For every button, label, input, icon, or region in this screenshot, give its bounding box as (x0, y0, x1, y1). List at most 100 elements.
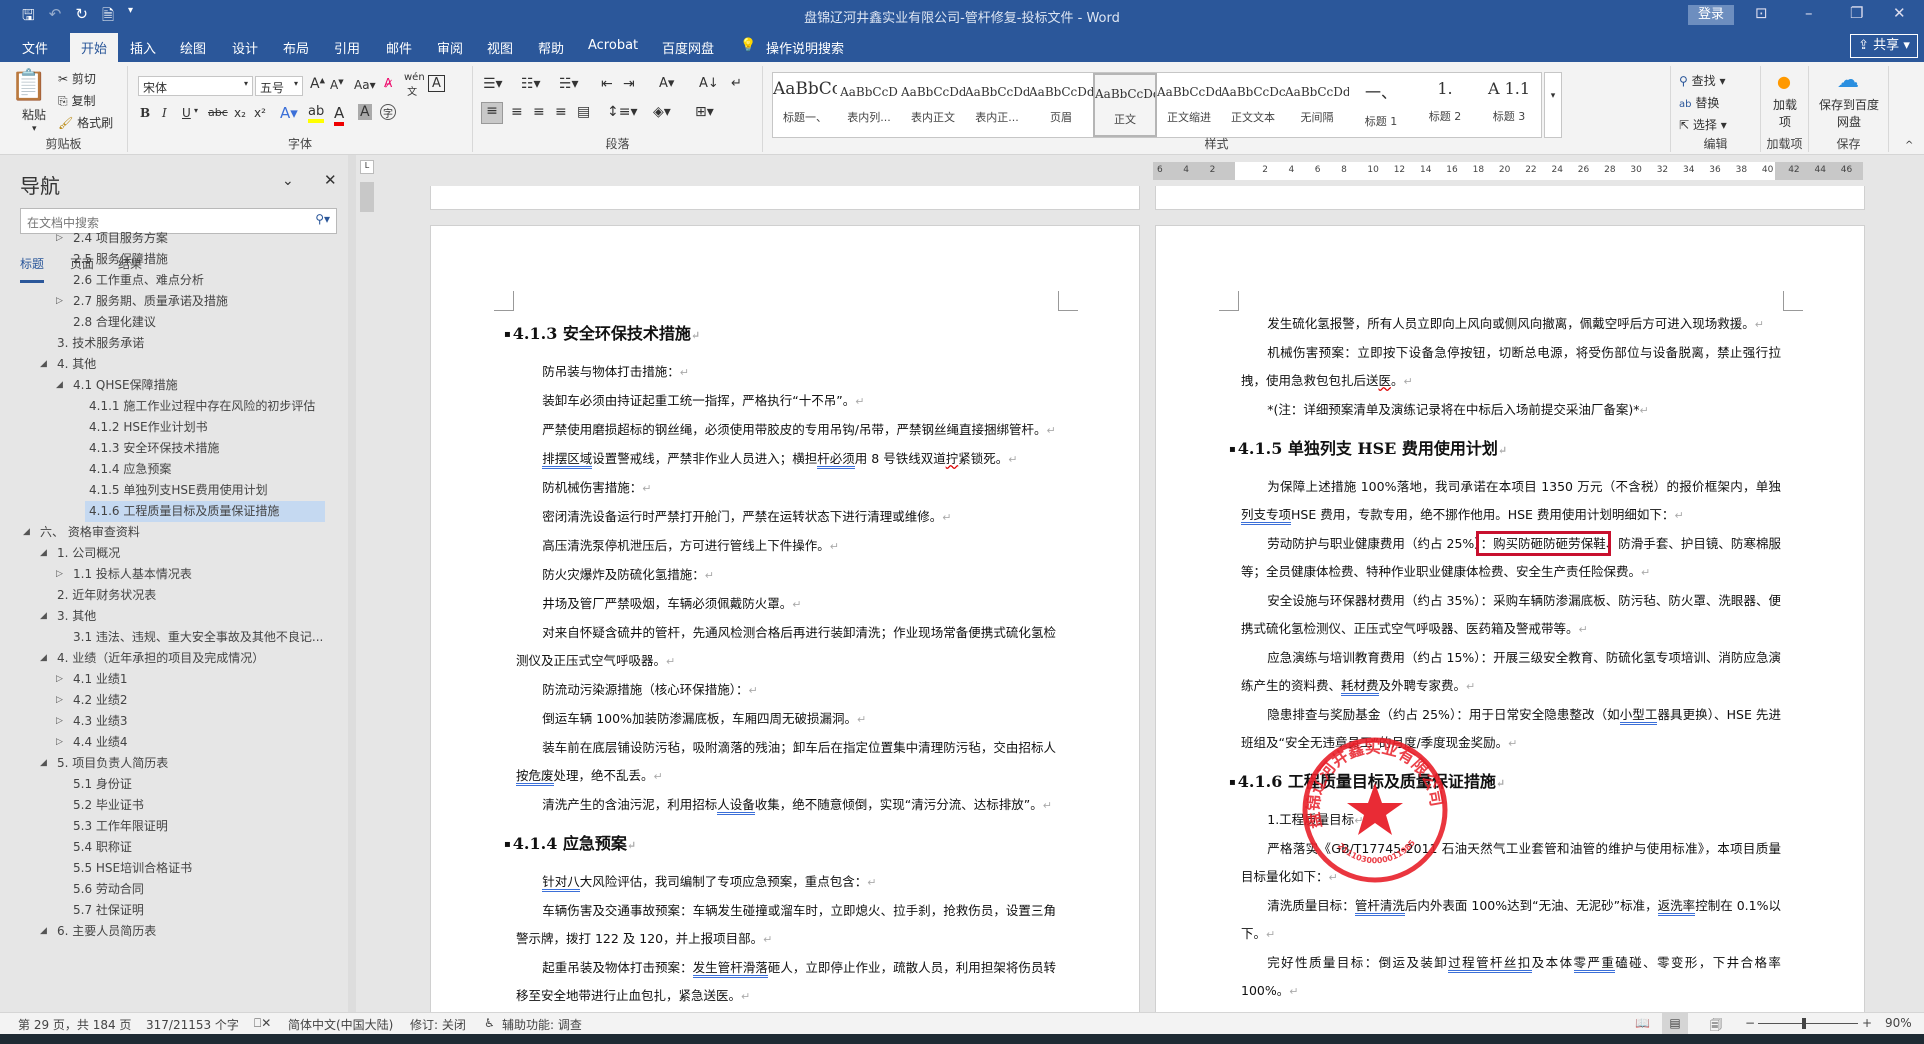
nav-heading-item[interactable]: 4.1.4 应急预案 (89, 459, 171, 480)
tell-me-search[interactable]: 操作说明搜索 (766, 38, 844, 57)
nav-heading-item[interactable]: 5.2 毕业证书 (73, 795, 144, 816)
collapse-triangle-icon[interactable]: ◢ (40, 653, 47, 663)
login-button[interactable]: 登录 (1688, 5, 1734, 25)
expand-triangle-icon[interactable]: ▷ (56, 695, 63, 705)
zoom-level[interactable]: 90% (1885, 1016, 1912, 1030)
collapse-triangle-icon[interactable]: ◢ (40, 926, 47, 936)
nav-heading-item[interactable]: 2.5 服务保障措施 (73, 249, 168, 270)
style-item[interactable]: AaBbCcDdI 无间隔 (1285, 73, 1349, 137)
addins-icon[interactable]: ● (1777, 72, 1791, 91)
style-item[interactable]: 1. 标题 2 (1413, 73, 1477, 137)
tab-view[interactable]: 视图 (487, 38, 513, 57)
align-center-button[interactable]: ≡ (511, 104, 523, 120)
nav-heading-item[interactable]: 6. 主要人员简历表 (57, 921, 156, 942)
zoom-out-button[interactable]: − (1745, 1016, 1755, 1030)
nav-heading-item[interactable]: 2.6 工作重点、难点分析 (73, 270, 204, 291)
show-marks-icon[interactable]: ↵ (731, 76, 742, 91)
nav-heading-item[interactable]: 2.7 服务期、质量承诺及措施 (73, 291, 228, 312)
nav-options-chevron-icon[interactable]: ⌄ (282, 173, 294, 189)
italic-button[interactable]: I (162, 106, 167, 120)
style-item[interactable]: AaBbCcD 表内列... (837, 73, 901, 137)
nav-heading-item[interactable]: 4.2 业绩2 (73, 690, 128, 711)
paste-icon[interactable]: 📋 (10, 68, 47, 103)
nav-heading-item[interactable]: 4.1.5 单独列支HSE费用使用计划 (89, 480, 268, 501)
nav-heading-item[interactable]: 3.1 违法、违规、重大安全事故及其他不良记... (73, 627, 323, 648)
bold-button[interactable]: B (140, 106, 150, 120)
zoom-slider[interactable] (1758, 1018, 1858, 1029)
collapse-triangle-icon[interactable]: ◢ (56, 380, 63, 390)
page-body[interactable]: 发生硫化氢报警，所有人员立即向上风向或侧风向撤离，佩戴空呼后方可进入现场救援。↵… (1238, 310, 1781, 1024)
nav-heading-item[interactable]: 1.1 投标人基本情况表 (73, 564, 192, 585)
nav-heading-item[interactable]: 4.1.1 施工作业过程中存在风险的初步评估 (89, 396, 315, 417)
borders-icon[interactable]: ⊞▾ (695, 104, 714, 120)
addins-button[interactable]: 加载项 (1771, 96, 1799, 130)
nav-heading-item[interactable]: 4.1.6 工程质量目标及质量保证措施 (85, 501, 325, 522)
font-color-icon[interactable]: A (334, 104, 345, 126)
zoom-slider-thumb[interactable] (1802, 1018, 1807, 1029)
zoom-in-button[interactable]: + (1862, 1016, 1872, 1030)
nav-heading-item[interactable]: 5.5 HSE培训合格证书 (73, 858, 192, 879)
collapse-triangle-icon[interactable]: ◢ (40, 758, 47, 768)
tab-acrobat[interactable]: Acrobat (588, 38, 638, 53)
print-layout-icon[interactable]: ▤ (1662, 1013, 1688, 1034)
ribbon-display-options-icon[interactable]: ⊡ (1755, 4, 1768, 22)
share-button[interactable]: ⇪ 共享 ▾ (1850, 34, 1918, 58)
bullets-icon[interactable]: ☰▾ (483, 76, 503, 92)
accessibility-status[interactable]: 辅助功能: 调查 (502, 1016, 582, 1033)
collapse-triangle-icon[interactable]: ◢ (40, 548, 47, 558)
track-changes-status[interactable]: 修订: 关闭 (410, 1016, 466, 1033)
paste-dropdown-icon[interactable]: ▾ (32, 124, 37, 134)
nav-heading-item[interactable]: 4. 业绩（近年承担的项目及完成情况） (57, 648, 264, 669)
collapse-triangle-icon[interactable]: ◢ (40, 359, 47, 369)
styles-more-button[interactable]: ▾ (1544, 72, 1562, 138)
nav-heading-item[interactable]: 4.1.2 HSE作业计划书 (89, 417, 208, 438)
expand-triangle-icon[interactable]: ▷ (56, 674, 63, 684)
shrink-font-icon[interactable]: A▼ (330, 78, 344, 92)
nav-heading-item[interactable]: 六、 资格审查资料 (40, 522, 140, 543)
font-size-select[interactable]: 五号 ▾ (255, 76, 303, 96)
character-border-icon[interactable]: A (428, 75, 445, 92)
nav-heading-item[interactable]: 5.4 职称证 (73, 837, 132, 858)
style-item[interactable]: AaBbCcDdEe 页眉 (1029, 73, 1093, 137)
style-item[interactable]: AaBbCcDdI 表内正文 (901, 73, 965, 137)
tab-mailings[interactable]: 邮件 (386, 38, 412, 57)
nav-heading-item[interactable]: 4.1 业绩1 (73, 669, 128, 690)
page-count[interactable]: 第 29 页，共 184 页 (18, 1016, 131, 1033)
align-right-button[interactable]: ≡ (533, 104, 545, 120)
nav-heading-item[interactable]: 4. 其他 (57, 354, 96, 375)
tab-draw[interactable]: 绘图 (180, 38, 206, 57)
tab-baidu-netdisk[interactable]: 百度网盘 (662, 38, 714, 57)
grow-font-icon[interactable]: A▲ (310, 76, 325, 92)
character-shading-icon[interactable]: A (358, 104, 372, 120)
nav-scrollbar[interactable] (348, 155, 356, 1012)
justify-button[interactable]: ≡ (555, 104, 567, 120)
style-item[interactable]: A 1.1 标题 3 (1477, 73, 1541, 137)
enclose-characters-icon[interactable]: 字 (380, 104, 396, 120)
replace-button[interactable]: ab 替换 (1679, 94, 1719, 111)
nav-heading-item[interactable]: 4.4 业绩4 (73, 732, 128, 753)
tab-design[interactable]: 设计 (232, 38, 258, 57)
nav-heading-item[interactable]: 4.1 QHSE保障措施 (73, 375, 178, 396)
page-body[interactable]: 4.1.3 安全环保技术措施↵防吊装与物体打击措施：↵装卸车必须由持证起重工统一… (513, 310, 1056, 1011)
font-name-select[interactable]: 宋体 ▾ (138, 76, 253, 96)
format-painter-button[interactable]: 🖌 格式刷 (58, 114, 113, 131)
tab-references[interactable]: 引用 (334, 38, 360, 57)
collapse-triangle-icon[interactable]: ◢ (23, 527, 30, 537)
tab-review[interactable]: 审阅 (437, 38, 463, 57)
nav-heading-item[interactable]: 5.3 工作年限证明 (73, 816, 168, 837)
copy-button[interactable]: ⎘ 复制 (58, 92, 95, 109)
nav-close-icon[interactable]: ✕ (324, 171, 337, 189)
expand-triangle-icon[interactable]: ▷ (56, 233, 63, 243)
select-button[interactable]: ⇱ 选择 ▾ (1679, 116, 1727, 133)
nav-heading-item[interactable]: 4.3 业绩3 (73, 711, 128, 732)
nav-heading-item[interactable]: 2. 近年财务状况表 (57, 585, 156, 606)
highlight-icon[interactable]: ab (308, 104, 325, 123)
expand-triangle-icon[interactable]: ▷ (56, 737, 63, 747)
expand-triangle-icon[interactable]: ▷ (56, 296, 63, 306)
nav-heading-item[interactable]: 5.7 社保证明 (73, 900, 144, 921)
tab-help[interactable]: 帮助 (538, 38, 564, 57)
style-item[interactable]: AaBbCcDc 正文文本 (1221, 73, 1285, 137)
save-to-baidu-button[interactable]: 保存到百度网盘 (1815, 96, 1883, 130)
word-count[interactable]: 317/21153 个字 (146, 1016, 239, 1033)
vertical-scrollbar[interactable] (1898, 160, 1918, 1012)
